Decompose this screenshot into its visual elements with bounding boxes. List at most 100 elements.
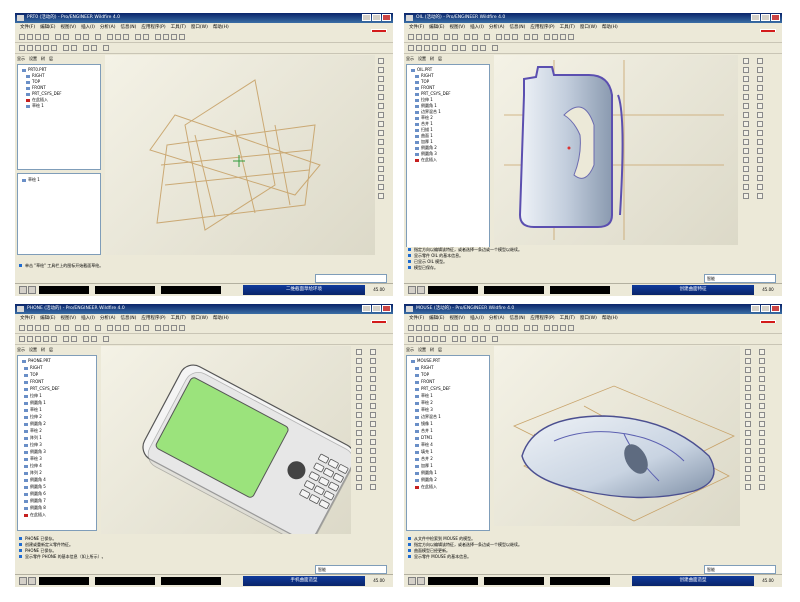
copy-icon[interactable] xyxy=(75,325,81,331)
menu-view[interactable]: 视图(V) xyxy=(449,25,465,30)
analysis-icon[interactable] xyxy=(759,394,765,400)
menu-applications[interactable]: 应用程序(P) xyxy=(141,316,165,321)
tab-display[interactable]: 显示 xyxy=(406,56,414,61)
datum-axis-icon[interactable] xyxy=(163,325,169,331)
graphics-window[interactable] xyxy=(494,346,740,526)
shading-icon[interactable] xyxy=(135,325,141,331)
blend-icon[interactable] xyxy=(743,85,749,91)
tree-item[interactable]: RIGHT xyxy=(415,73,434,78)
axis-icon[interactable] xyxy=(35,336,41,342)
csys-icon[interactable] xyxy=(568,325,574,331)
tree-item[interactable]: 倒圆角 3 xyxy=(24,449,46,455)
tab-settings[interactable]: 设置 xyxy=(29,347,37,352)
maximize-button[interactable] xyxy=(372,305,381,312)
offset-icon[interactable] xyxy=(759,412,765,418)
tree-item[interactable]: TOP xyxy=(415,372,429,377)
text-icon[interactable] xyxy=(378,148,384,154)
point-icon[interactable] xyxy=(370,376,376,382)
regenerate-icon[interactable] xyxy=(484,325,490,331)
mirror-icon[interactable] xyxy=(378,175,384,181)
csys-icon[interactable] xyxy=(759,385,765,391)
menu-applications[interactable]: 应用程序(P) xyxy=(141,25,165,30)
tree-item[interactable]: 草绘 4 xyxy=(415,442,433,448)
rib-icon[interactable] xyxy=(745,403,751,409)
paste-icon[interactable] xyxy=(83,34,89,40)
chamfer-icon[interactable] xyxy=(743,139,749,145)
menu-window[interactable]: 窗口(W) xyxy=(580,316,597,321)
project-icon[interactable] xyxy=(757,157,763,163)
tree-item[interactable]: 草绘 1 xyxy=(415,393,433,399)
new-icon[interactable] xyxy=(408,325,414,331)
plane-icon[interactable] xyxy=(27,45,33,51)
chamfer-icon[interactable] xyxy=(745,430,751,436)
datum-plane-icon[interactable] xyxy=(544,34,550,40)
boundary-icon[interactable] xyxy=(743,148,749,154)
point-icon[interactable] xyxy=(378,121,384,127)
csys-icon[interactable] xyxy=(757,94,763,100)
menu-insert[interactable]: 插入(I) xyxy=(470,316,484,321)
point-icon[interactable] xyxy=(432,45,438,51)
round-icon[interactable] xyxy=(743,130,749,136)
close-button[interactable] xyxy=(771,305,780,312)
print-icon[interactable] xyxy=(43,325,49,331)
sketch-icon[interactable] xyxy=(19,45,25,51)
menu-help[interactable]: 帮助(H) xyxy=(213,25,229,30)
zoom-in-icon[interactable] xyxy=(496,325,502,331)
tree-item[interactable]: TOP xyxy=(415,79,429,84)
tree-item[interactable]: PRT_CSYS_DEF xyxy=(415,91,451,96)
open-icon[interactable] xyxy=(27,34,33,40)
open-icon[interactable] xyxy=(27,325,33,331)
orient-icon[interactable] xyxy=(51,45,57,51)
zoom-out-icon[interactable] xyxy=(504,34,510,40)
arc-icon[interactable] xyxy=(378,94,384,100)
layers-icon[interactable] xyxy=(472,45,478,51)
hide-icon[interactable] xyxy=(452,45,458,51)
tree-item[interactable]: RIGHT xyxy=(24,365,43,370)
zoom-in-icon[interactable] xyxy=(107,325,113,331)
thicken-icon[interactable] xyxy=(757,130,763,136)
minimize-button[interactable] xyxy=(362,305,371,312)
help-icon[interactable] xyxy=(103,45,109,51)
filter-dropdown[interactable]: 智能 xyxy=(704,274,776,283)
hide-icon[interactable] xyxy=(63,45,69,51)
tree-item[interactable]: 草绘 3 xyxy=(24,456,42,462)
help-icon[interactable] xyxy=(103,336,109,342)
fill-icon[interactable] xyxy=(759,475,765,481)
menu-edit[interactable]: 编辑(E) xyxy=(429,25,444,30)
line-icon[interactable] xyxy=(378,67,384,73)
measure-icon[interactable] xyxy=(91,336,97,342)
tab-settings[interactable]: 设置 xyxy=(418,347,426,352)
csys-icon[interactable] xyxy=(179,325,185,331)
project-icon[interactable] xyxy=(370,448,376,454)
done-check-icon[interactable] xyxy=(378,184,384,190)
tab-settings[interactable]: 设置 xyxy=(29,56,37,61)
point-icon[interactable] xyxy=(43,45,49,51)
plane-icon[interactable] xyxy=(759,349,765,355)
hole-icon[interactable] xyxy=(745,385,751,391)
menu-applications[interactable]: 应用程序(P) xyxy=(530,316,554,321)
round-icon[interactable] xyxy=(745,421,751,427)
extrude-icon[interactable] xyxy=(356,349,362,355)
shading-icon[interactable] xyxy=(524,325,530,331)
help-icon[interactable] xyxy=(492,336,498,342)
tree-item[interactable]: 加厚 1 xyxy=(415,463,433,469)
mirror-icon[interactable] xyxy=(356,457,362,463)
sketch-icon[interactable] xyxy=(370,403,376,409)
hole-icon[interactable] xyxy=(743,94,749,100)
tab-layers[interactable]: 层 xyxy=(49,347,53,352)
undo-icon[interactable] xyxy=(55,34,61,40)
pattern-icon[interactable] xyxy=(743,193,749,199)
paste-icon[interactable] xyxy=(83,325,89,331)
intersect-icon[interactable] xyxy=(757,193,763,199)
menu-tools[interactable]: 工具(T) xyxy=(171,316,186,321)
measure-icon[interactable] xyxy=(480,336,486,342)
print-icon[interactable] xyxy=(43,34,49,40)
blend-icon[interactable] xyxy=(745,376,751,382)
menu-help[interactable]: 帮助(H) xyxy=(602,25,618,30)
new-icon[interactable] xyxy=(408,34,414,40)
tree-item[interactable]: TOP xyxy=(24,372,38,377)
copy-icon[interactable] xyxy=(464,325,470,331)
cancel-icon[interactable] xyxy=(378,193,384,199)
minimize-button[interactable] xyxy=(751,14,760,21)
tree-item[interactable]: 阵列 1 xyxy=(24,435,42,441)
